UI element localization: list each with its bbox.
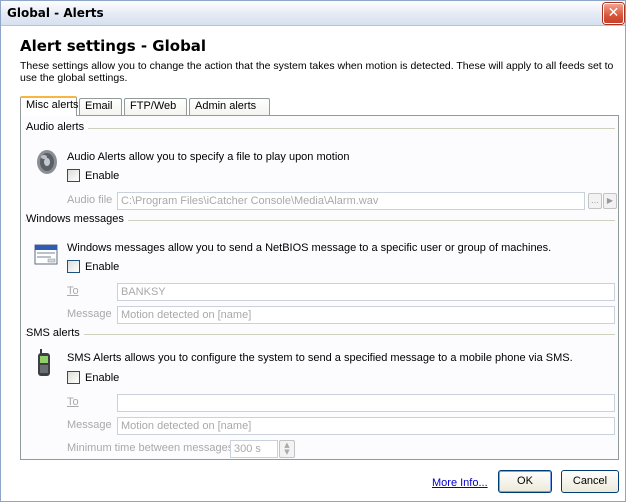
audio-enable-label: Enable: [85, 170, 120, 182]
ok-button[interactable]: OK: [498, 470, 552, 493]
windows-to-input[interactable]: BANKSY: [117, 283, 615, 301]
min-time-spinner[interactable]: ▲ ▼: [279, 440, 295, 458]
audio-group-divider: [25, 128, 615, 129]
tab-admin-alerts[interactable]: Admin alerts: [189, 98, 270, 115]
misc-alerts-panel: Audio alerts Audio Alerts allow you to s…: [20, 115, 619, 460]
windows-to-label: To: [67, 285, 79, 297]
network-message-icon: [34, 244, 58, 265]
page-description: These settings allow you to change the a…: [20, 60, 614, 84]
tab-misc-alerts[interactable]: Misc alerts: [20, 96, 79, 116]
window-title: Global - Alerts: [7, 6, 104, 20]
speaker-icon: [37, 150, 57, 174]
sms-enable-label: Enable: [85, 372, 120, 384]
audio-enable-checkbox[interactable]: [67, 169, 80, 182]
audio-file-label: Audio file: [67, 194, 113, 206]
tab-email[interactable]: Email: [79, 98, 122, 115]
ellipsis-icon: …: [591, 196, 599, 205]
play-button[interactable]: ▶: [603, 193, 617, 209]
windows-message-input[interactable]: Motion detected on [name]: [117, 306, 615, 324]
alerts-dialog: Global - Alerts ✕ Alert settings - Globa…: [0, 0, 626, 502]
sms-message-label: Message: [67, 419, 112, 431]
sms-group-divider: [25, 334, 615, 335]
spin-down-icon[interactable]: ▼: [280, 449, 294, 456]
title-bar[interactable]: Global - Alerts ✕: [1, 1, 625, 26]
windows-group-label: Windows messages: [26, 213, 128, 225]
browse-button[interactable]: …: [588, 193, 602, 209]
tab-ftp-web[interactable]: FTP/Web: [124, 98, 187, 115]
windows-enable-label: Enable: [85, 261, 120, 273]
sms-to-input[interactable]: [117, 394, 615, 412]
audio-file-input[interactable]: C:\Program Files\iCatcher Console\Media\…: [117, 192, 585, 210]
sms-description: SMS Alerts allows you to configure the s…: [67, 352, 573, 364]
windows-description: Windows messages allow you to send a Net…: [67, 242, 552, 254]
windows-enable-checkbox[interactable]: [67, 260, 80, 273]
audio-description: Audio Alerts allow you to specify a file…: [67, 151, 350, 163]
sms-to-label: To: [67, 396, 79, 408]
play-icon: ▶: [606, 196, 614, 205]
sms-group-label: SMS alerts: [26, 327, 84, 339]
more-info-link[interactable]: More Info...: [432, 477, 488, 489]
page-title: Alert settings - Global: [20, 37, 207, 55]
min-time-label: Minimum time between messages: [67, 442, 234, 454]
cancel-button[interactable]: Cancel: [561, 470, 619, 493]
sms-enable-checkbox[interactable]: [67, 371, 80, 384]
windows-message-label: Message: [67, 308, 112, 320]
audio-group-label: Audio alerts: [26, 121, 89, 133]
close-button[interactable]: ✕: [603, 3, 624, 24]
mobile-phone-icon: [38, 349, 50, 376]
sms-message-input[interactable]: Motion detected on [name]: [117, 417, 615, 435]
close-icon: ✕: [607, 5, 620, 21]
min-time-input[interactable]: 300 s: [230, 440, 278, 458]
